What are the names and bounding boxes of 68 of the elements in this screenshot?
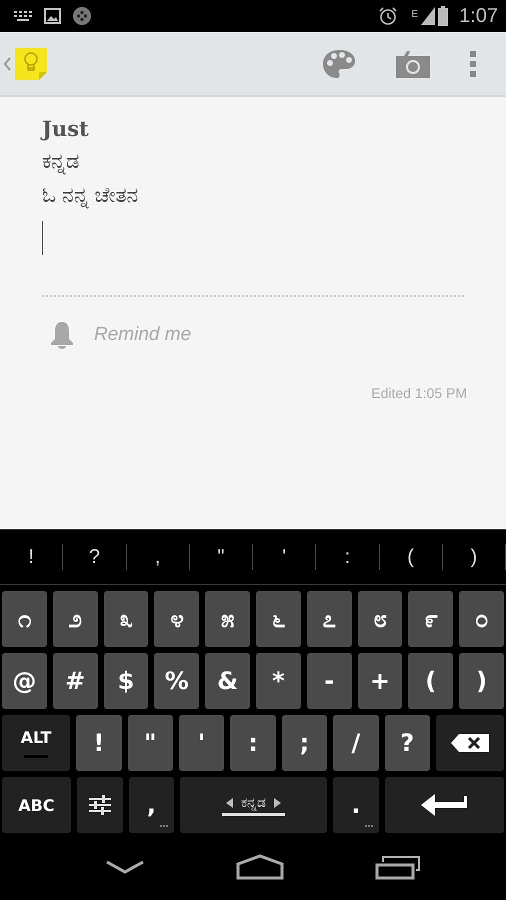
enter-arrow-icon: [421, 794, 468, 816]
enter-key[interactable]: [384, 777, 504, 833]
keyboard-key[interactable]: ": [128, 715, 173, 771]
keyboard-key[interactable]: *: [256, 653, 301, 709]
keyboard-key[interactable]: ೪: [154, 591, 200, 647]
edited-time: Edited 1:05 PM: [371, 385, 467, 401]
clock-time: 1:07: [459, 4, 498, 28]
signal-icon: [421, 7, 436, 25]
keyboard-key[interactable]: $: [104, 653, 148, 709]
suggestion-item[interactable]: ': [253, 546, 316, 568]
keyboard-key[interactable]: ೩: [104, 591, 148, 647]
keyboard-key[interactable]: ?: [384, 715, 430, 771]
suggestion-item[interactable]: ,: [126, 546, 189, 568]
home-icon[interactable]: [236, 854, 284, 880]
note-text-line[interactable]: ಕನ್ನಡ: [42, 149, 464, 175]
keyboard-key[interactable]: %: [154, 653, 200, 709]
keyboard-key[interactable]: !: [76, 715, 122, 771]
battery-icon: [438, 6, 448, 26]
keyboard-key[interactable]: ೬: [256, 591, 301, 647]
alarm-icon: [378, 6, 398, 26]
gamepad-icon: [73, 7, 91, 25]
backspace-icon: [450, 734, 489, 752]
keyboard-key[interactable]: ;: [282, 715, 328, 771]
keyboard-key[interactable]: .: [333, 777, 379, 833]
keyboard-key[interactable]: ೯: [408, 591, 454, 647]
suggestion-item[interactable]: !: [0, 546, 62, 568]
keyboard-key[interactable]: ೫: [205, 591, 250, 647]
keyboard-key[interactable]: ABC: [2, 777, 71, 833]
keyboard-key[interactable]: ೨: [52, 591, 98, 647]
keyboard-key[interactable]: (: [408, 653, 454, 709]
camera-icon[interactable]: [396, 50, 430, 78]
text-cursor: [42, 221, 43, 255]
keyboard-key[interactable]: -: [306, 653, 352, 709]
recent-apps-icon[interactable]: [374, 854, 421, 880]
backspace-key[interactable]: [436, 715, 504, 771]
sliders-icon: [88, 795, 111, 815]
overflow-menu-icon[interactable]: [470, 50, 476, 76]
palette-icon[interactable]: [322, 48, 356, 78]
keyboard-key[interactable]: ೭: [306, 591, 352, 647]
keyboard-key[interactable]: ೮: [358, 591, 402, 647]
space-key[interactable]: ಕನ್ನಡ: [180, 777, 328, 833]
network-type: E: [411, 8, 418, 20]
suggestion-item[interactable]: ): [442, 546, 505, 568]
keyboard-key[interactable]: ALT: [2, 715, 70, 771]
remind-me-field[interactable]: Remind me: [94, 324, 294, 346]
keyboard-key[interactable]: #: [52, 653, 98, 709]
keyboard-key[interactable]: @: [2, 653, 47, 709]
keyboard-key[interactable]: +: [358, 653, 402, 709]
suggestion-item[interactable]: ": [190, 546, 252, 568]
keyboard-key[interactable]: :: [230, 715, 276, 771]
keyboard-key[interactable]: ೦: [459, 591, 504, 647]
back-icon[interactable]: [105, 860, 146, 874]
suggestion-item[interactable]: ?: [63, 546, 126, 568]
keyboard-key[interactable]: ': [178, 715, 224, 771]
suggestion-item[interactable]: (: [380, 546, 442, 568]
left-arrow-icon: [226, 798, 234, 808]
settings-key[interactable]: [76, 777, 123, 833]
keyboard-key[interactable]: ೧: [2, 591, 47, 647]
keyboard-key[interactable]: ,: [128, 777, 174, 833]
keyboard-key[interactable]: &: [205, 653, 250, 709]
note-title[interactable]: Just: [42, 116, 464, 141]
keyboard-key[interactable]: ): [459, 653, 504, 709]
suggestion-item[interactable]: :: [316, 546, 378, 568]
note-text-line[interactable]: ಓ ನನ್ನ ಚೇತನ: [42, 183, 464, 209]
keyboard-key[interactable]: /: [333, 715, 379, 771]
image-icon: [44, 8, 61, 24]
right-arrow-icon: [274, 798, 282, 808]
keyboard-icon: [14, 11, 32, 21]
